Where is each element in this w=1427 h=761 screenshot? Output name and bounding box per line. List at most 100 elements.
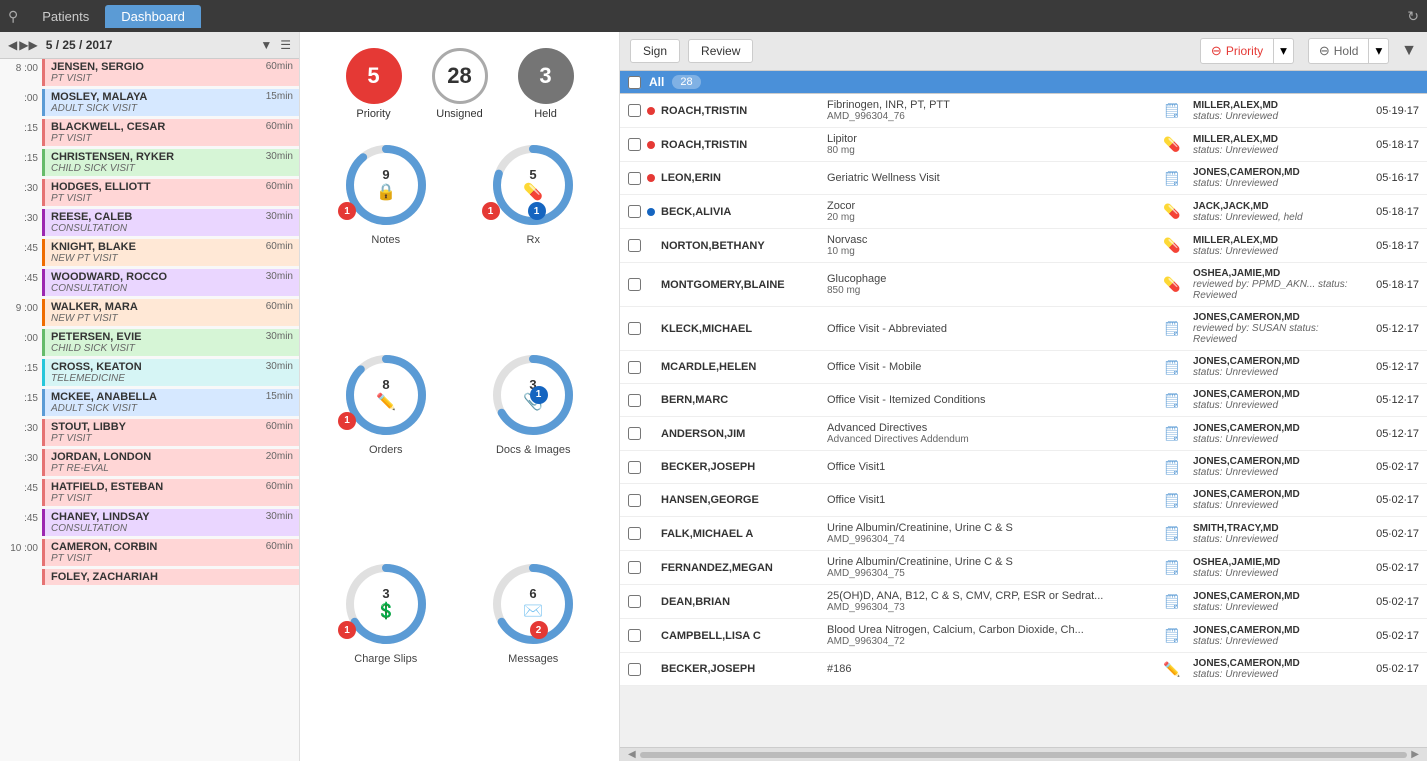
- scroll-right-arrow[interactable]: ▶: [1411, 749, 1419, 760]
- table-row[interactable]: BERN,MARCOffice Visit - Itemized Conditi…: [620, 384, 1427, 417]
- row-checkbox[interactable]: [628, 394, 641, 407]
- row-checkbox[interactable]: [628, 461, 641, 474]
- appointment-card[interactable]: CHANEY, LINDSAYCONSULTATION30min: [42, 509, 299, 536]
- patient-name: WOODWARD, ROCCO: [51, 271, 167, 283]
- table-row[interactable]: BECKER,JOSEPHOffice Visit1🗒JONES,CAMERON…: [620, 451, 1427, 484]
- appointment-card[interactable]: KNIGHT, BLAKENEW PT VISIT60min: [42, 239, 299, 266]
- table-row[interactable]: BECK,ALIVIAZocor20 mg💊JACK,JACK,MDstatus…: [620, 195, 1427, 229]
- right-filter-icon[interactable]: ▼: [1401, 42, 1417, 60]
- donut-rx[interactable]: 5💊11Rx: [468, 140, 600, 334]
- hold-btn-group[interactable]: ⊖ Hold ▾: [1308, 38, 1389, 64]
- donut-messages[interactable]: 6✉️2Messages: [468, 559, 600, 753]
- select-all-checkbox[interactable]: [628, 76, 641, 89]
- appointment-card[interactable]: CROSS, KEATONTELEMEDICINE30min: [42, 359, 299, 386]
- table-row[interactable]: MONTGOMERY,BLAINEGlucophage850 mg💊OSHEA,…: [620, 263, 1427, 307]
- description-cell: Lipitor80 mg: [827, 133, 1157, 156]
- table-row[interactable]: ROACH,TRISTINFibrinogen, INR, PT, PTTAMD…: [620, 94, 1427, 128]
- search-icon[interactable]: ⚲: [8, 8, 18, 25]
- appointment-duration: 30min: [266, 271, 293, 282]
- row-checkbox[interactable]: [628, 322, 641, 335]
- all-tab[interactable]: All: [649, 75, 664, 89]
- donut-notes[interactable]: 9🔒1Notes: [320, 140, 452, 334]
- scroll-left-arrow[interactable]: ◀: [628, 749, 636, 760]
- time-slot: :45HATFIELD, ESTEBANPT VISIT60min: [0, 479, 299, 509]
- appointment-card[interactable]: STOUT, LIBBYPT VISIT60min: [42, 419, 299, 446]
- held-summary[interactable]: 3 Held: [518, 48, 574, 120]
- donut-charge-slips[interactable]: 3💲1Charge Slips: [320, 559, 452, 753]
- appointment-card[interactable]: JORDAN, LONDONPT RE-EVAL20min: [42, 449, 299, 476]
- appointment-card[interactable]: BLACKWELL, CESARPT VISIT60min: [42, 119, 299, 146]
- appointment-card[interactable]: CHRISTENSEN, RYKERCHILD SICK VISIT30min: [42, 149, 299, 176]
- appointment-card[interactable]: HATFIELD, ESTEBANPT VISIT60min: [42, 479, 299, 506]
- refresh-icon[interactable]: ↻: [1407, 8, 1419, 25]
- donut-orders[interactable]: 8✏️1Orders: [320, 350, 452, 544]
- row-checkbox[interactable]: [628, 104, 641, 117]
- table-row[interactable]: BECKER,JOSEPH#186✏️JONES,CAMERON,MDstatu…: [620, 653, 1427, 686]
- row-checkbox[interactable]: [628, 361, 641, 374]
- appointment-card[interactable]: PETERSEN, EVIECHILD SICK VISIT30min: [42, 329, 299, 356]
- priority-dropdown[interactable]: ▾: [1274, 38, 1294, 64]
- hold-dropdown[interactable]: ▾: [1369, 38, 1389, 64]
- appointment-card[interactable]: MCKEE, ANABELLAADULT SICK VISIT15min: [42, 389, 299, 416]
- provider-name: JACK,JACK,MD: [1193, 201, 1353, 212]
- row-checkbox[interactable]: [628, 595, 641, 608]
- time-slot: :00MOSLEY, MALAYAADULT SICK VISIT15min: [0, 89, 299, 119]
- donut-docs---images[interactable]: 3📎1Docs & Images: [468, 350, 600, 544]
- row-checkbox[interactable]: [628, 427, 641, 440]
- tab-dashboard[interactable]: Dashboard: [105, 5, 201, 28]
- time-slot: :15BLACKWELL, CESARPT VISIT60min: [0, 119, 299, 149]
- description-sub: 20 mg: [827, 212, 1157, 223]
- table-row[interactable]: ANDERSON,JIMAdvanced DirectivesAdvanced …: [620, 417, 1427, 451]
- table-row[interactable]: FALK,MICHAEL AUrine Albumin/Creatinine, …: [620, 517, 1427, 551]
- row-checkbox[interactable]: [628, 629, 641, 642]
- appointment-card[interactable]: WALKER, MARANEW PT VISIT60min: [42, 299, 299, 326]
- appointment-card[interactable]: JENSEN, SERGIOPT VISIT60min: [42, 59, 299, 86]
- appointment-duration: 15min: [266, 391, 293, 402]
- table-row[interactable]: FERNANDEZ,MEGANUrine Albumin/Creatinine,…: [620, 551, 1427, 585]
- table-row[interactable]: HANSEN,GEORGEOffice Visit1🗒JONES,CAMERON…: [620, 484, 1427, 517]
- next-arrow[interactable]: ▶▶: [19, 38, 37, 52]
- horizontal-scrollbar[interactable]: ◀ ▶: [620, 747, 1427, 761]
- row-checkbox[interactable]: [628, 527, 641, 540]
- table-row[interactable]: LEON,ERINGeriatric Wellness Visit🗒JONES,…: [620, 162, 1427, 195]
- table-row[interactable]: MCARDLE,HELENOffice Visit - Mobile🗒JONES…: [620, 351, 1427, 384]
- date-nav-arrows[interactable]: ◀ ▶▶: [8, 38, 38, 52]
- priority-button[interactable]: ⊖ Priority: [1200, 38, 1274, 64]
- tab-patients[interactable]: Patients: [26, 5, 105, 28]
- row-checkbox[interactable]: [628, 239, 641, 252]
- prev-arrow[interactable]: ◀: [8, 38, 17, 52]
- review-button[interactable]: Review: [688, 39, 753, 63]
- priority-btn-group[interactable]: ⊖ Priority ▾: [1200, 38, 1294, 64]
- table-row[interactable]: ROACH,TRISTINLipitor80 mg💊MILLER,ALEX,MD…: [620, 128, 1427, 162]
- table-row[interactable]: NORTON,BETHANYNorvasc10 mg💊MILLER,ALEX,M…: [620, 229, 1427, 263]
- hold-button[interactable]: ⊖ Hold: [1308, 38, 1370, 64]
- sign-button[interactable]: Sign: [630, 39, 680, 63]
- row-checkbox[interactable]: [628, 205, 641, 218]
- provider-cell: JONES,CAMERON,MDstatus: Unreviewed: [1193, 625, 1353, 647]
- schedule-view-icon[interactable]: ☰: [280, 38, 291, 52]
- appointment-card[interactable]: HODGES, ELLIOTTPT VISIT60min: [42, 179, 299, 206]
- visit-type: CHILD SICK VISIT: [51, 163, 174, 174]
- patient-name: WALKER, MARA: [51, 301, 138, 313]
- row-checkbox[interactable]: [628, 172, 641, 185]
- provider-status: status: Unreviewed: [1193, 434, 1353, 445]
- row-checkbox[interactable]: [628, 663, 641, 676]
- priority-summary[interactable]: 5 Priority: [346, 48, 402, 120]
- appointment-card[interactable]: FOLEY, ZACHARIAH: [42, 569, 299, 585]
- table-row[interactable]: CAMPBELL,LISA CBlood Urea Nitrogen, Calc…: [620, 619, 1427, 653]
- appointment-card[interactable]: CAMERON, CORBINPT VISIT60min: [42, 539, 299, 566]
- schedule-filter-icon[interactable]: ▼: [260, 38, 272, 52]
- row-checkbox[interactable]: [628, 278, 641, 291]
- row-checkbox[interactable]: [628, 561, 641, 574]
- row-type-icon: 💊: [1163, 136, 1187, 153]
- appointment-card[interactable]: MOSLEY, MALAYAADULT SICK VISIT15min: [42, 89, 299, 116]
- row-checkbox[interactable]: [628, 494, 641, 507]
- appointment-card[interactable]: WOODWARD, ROCCOCONSULTATION30min: [42, 269, 299, 296]
- appointment-card[interactable]: REESE, CALEBCONSULTATION30min: [42, 209, 299, 236]
- unsigned-summary[interactable]: 28 Unsigned: [432, 48, 488, 120]
- table-row[interactable]: DEAN,BRIAN25(OH)D, ANA, B12, C & S, CMV,…: [620, 585, 1427, 619]
- row-checkbox[interactable]: [628, 138, 641, 151]
- time-slot: 10 :00CAMERON, CORBINPT VISIT60min: [0, 539, 299, 569]
- description-cell: Office Visit - Itemized Conditions: [827, 394, 1157, 406]
- table-row[interactable]: KLECK,MICHAELOffice Visit - Abbreviated🗒…: [620, 307, 1427, 351]
